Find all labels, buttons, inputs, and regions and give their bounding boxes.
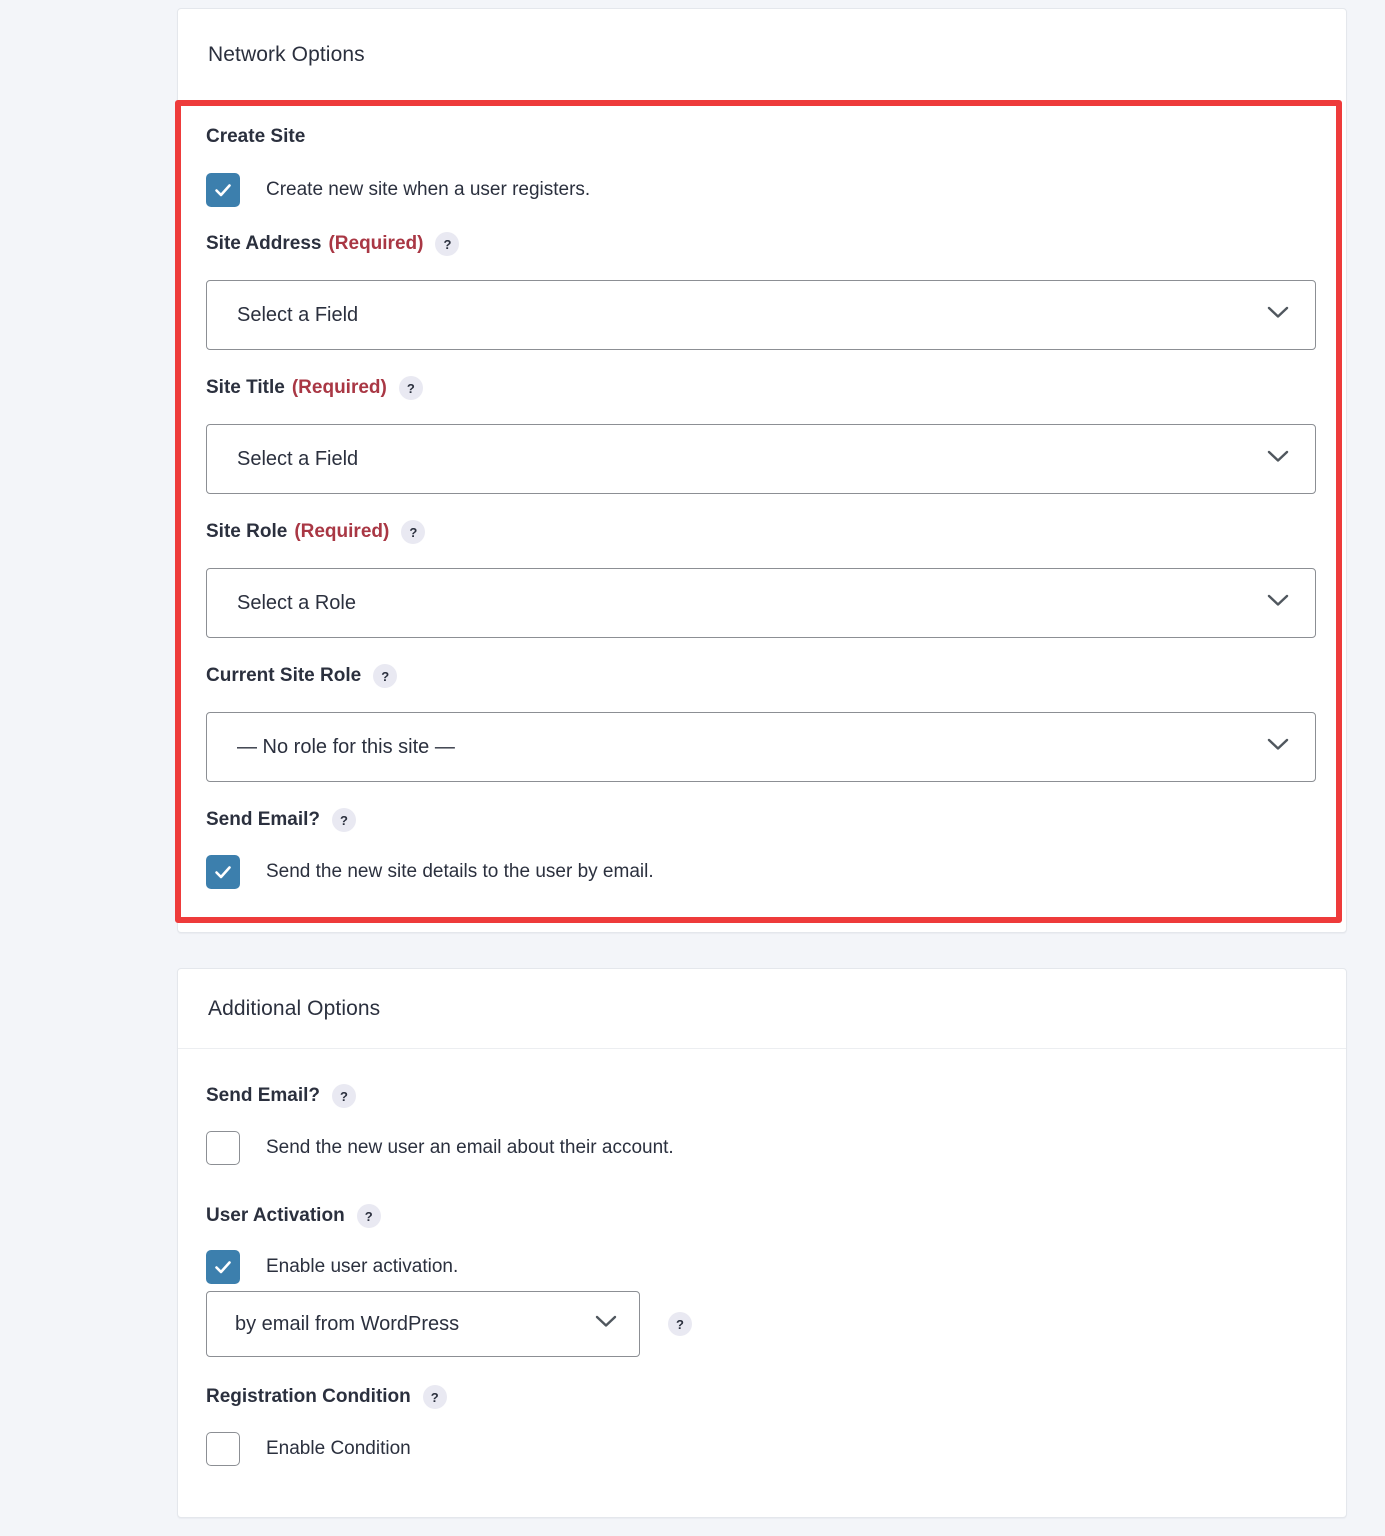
current-site-role-select[interactable]: — No role for this site — <box>206 712 1316 782</box>
create-site-checkbox[interactable] <box>206 173 240 207</box>
create-site-checkbox-label: Create new site when a user registers. <box>266 179 591 200</box>
help-icon[interactable]: ? <box>373 664 398 688</box>
additional-send-email-label-group: Send Email? ? <box>206 1084 357 1108</box>
network-send-email-checkbox[interactable] <box>206 855 240 889</box>
chevron-down-icon <box>1267 594 1289 613</box>
create-site-label-group: Create Site <box>206 126 305 148</box>
help-icon[interactable]: ? <box>401 520 426 544</box>
additional-send-email-checkbox-label: Send the new user an email about their a… <box>266 1137 674 1158</box>
user-activation-checkbox[interactable] <box>206 1250 240 1284</box>
additional-send-email-label: Send Email? <box>206 1085 321 1106</box>
user-activation-method-select[interactable]: by email from WordPress <box>206 1291 640 1357</box>
site-title-select-value: Select a Field <box>237 447 359 470</box>
current-site-role-label-group: Current Site Role ? <box>206 664 398 688</box>
network-send-email-label-group: Send Email? ? <box>206 808 357 832</box>
registration-condition-label: Registration Condition <box>206 1386 411 1407</box>
help-icon[interactable]: ? <box>668 1312 692 1336</box>
site-role-select[interactable]: Select a Role <box>206 568 1316 638</box>
current-site-role-label: Current Site Role <box>206 665 362 686</box>
help-icon[interactable]: ? <box>332 808 357 832</box>
registration-condition-checkbox-label: Enable Condition <box>266 1438 411 1459</box>
create-site-label: Create Site <box>206 126 306 147</box>
additional-options-header: Additional Options <box>178 969 1346 1049</box>
registration-condition-checkbox[interactable] <box>206 1432 240 1466</box>
site-address-required-badge: (Required) <box>328 233 424 254</box>
user-activation-checkbox-row[interactable]: Enable user activation. <box>206 1250 458 1284</box>
registration-condition-label-group: Registration Condition ? <box>206 1385 447 1409</box>
registration-condition-checkbox-row[interactable]: Enable Condition <box>206 1432 411 1466</box>
user-activation-method-value: by email from WordPress <box>235 1312 460 1335</box>
settings-page: Network Options Create Site Create new s… <box>0 0 1385 1536</box>
network-send-email-label: Send Email? <box>206 809 321 830</box>
site-address-label: Site Address <box>206 233 322 254</box>
network-options-header: Network Options <box>178 9 1346 100</box>
site-role-label: Site Role <box>206 521 288 542</box>
help-icon[interactable]: ? <box>435 232 460 256</box>
help-icon[interactable]: ? <box>356 1204 381 1228</box>
create-site-checkbox-row[interactable]: Create new site when a user registers. <box>206 173 590 207</box>
chevron-down-icon <box>595 1315 617 1334</box>
page-title: Network Options <box>208 42 365 66</box>
site-title-label-group: Site Title (Required) ? <box>206 376 423 400</box>
site-address-label-group: Site Address (Required) ? <box>206 232 460 256</box>
additional-send-email-checkbox[interactable] <box>206 1131 240 1165</box>
chevron-down-icon <box>1267 306 1289 325</box>
site-address-select[interactable]: Select a Field <box>206 280 1316 350</box>
site-title-label: Site Title <box>206 377 285 398</box>
site-title-select[interactable]: Select a Field <box>206 424 1316 494</box>
help-icon[interactable]: ? <box>398 376 423 400</box>
site-address-select-value: Select a Field <box>237 303 359 326</box>
site-role-select-value: Select a Role <box>237 591 356 614</box>
network-send-email-checkbox-label: Send the new site details to the user by… <box>266 861 654 882</box>
user-activation-checkbox-label: Enable user activation. <box>266 1256 459 1277</box>
chevron-down-icon <box>1267 450 1289 469</box>
site-role-required-badge: (Required) <box>294 521 390 542</box>
additional-send-email-checkbox-row[interactable]: Send the new user an email about their a… <box>206 1131 674 1165</box>
additional-options-title: Additional Options <box>208 996 381 1020</box>
user-activation-label: User Activation <box>206 1205 345 1226</box>
network-send-email-checkbox-row[interactable]: Send the new site details to the user by… <box>206 855 654 889</box>
site-title-required-badge: (Required) <box>291 377 387 398</box>
site-role-label-group: Site Role (Required) ? <box>206 520 426 544</box>
chevron-down-icon <box>1267 738 1289 757</box>
current-site-role-select-value: — No role for this site — <box>237 735 455 758</box>
user-activation-label-group: User Activation ? <box>206 1204 381 1228</box>
help-icon[interactable]: ? <box>422 1385 447 1409</box>
help-icon[interactable]: ? <box>332 1084 357 1108</box>
